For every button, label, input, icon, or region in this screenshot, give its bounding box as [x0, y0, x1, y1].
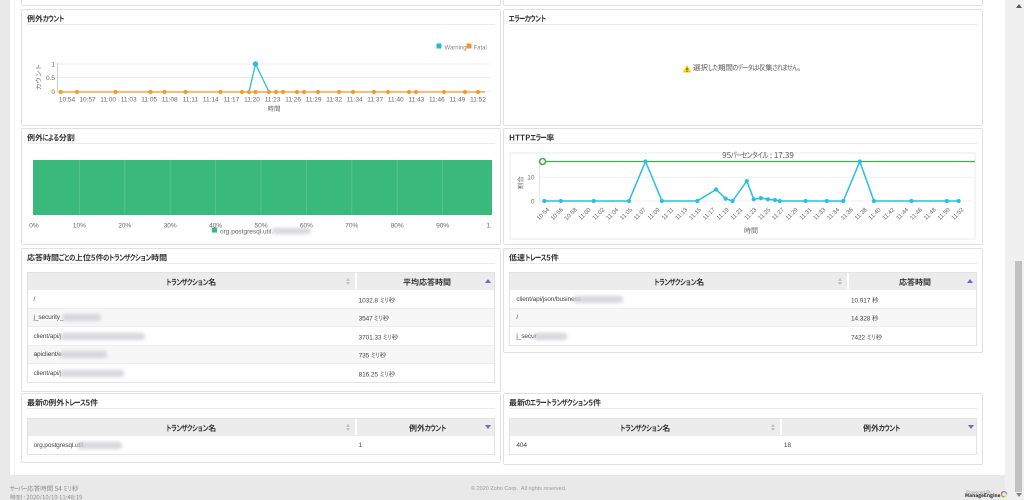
svg-text:0: 0 — [531, 199, 535, 206]
svg-text:11:00: 11:00 — [100, 96, 116, 103]
svg-text:11:44: 11:44 — [896, 207, 911, 222]
svg-text:11:26: 11:26 — [285, 96, 301, 103]
svg-text:11:37: 11:37 — [367, 96, 383, 103]
svg-text:11:43: 11:43 — [409, 96, 425, 103]
svg-text:11:11: 11:11 — [183, 96, 199, 103]
svg-text:11:50: 11:50 — [937, 207, 952, 222]
svg-text:11:07: 11:07 — [633, 207, 648, 222]
svg-text:10:58: 10:58 — [564, 207, 579, 222]
svg-text:11:23: 11:23 — [265, 96, 281, 103]
svg-text:11:15: 11:15 — [688, 207, 703, 222]
svg-text:30%: 30% — [164, 223, 177, 230]
svg-text:11:17: 11:17 — [702, 207, 717, 222]
svg-text:11:19: 11:19 — [716, 207, 731, 222]
svg-text:11:09: 11:09 — [647, 207, 662, 222]
svg-text:11:21: 11:21 — [730, 207, 745, 222]
svg-text:0%: 0% — [29, 223, 39, 230]
svg-text:11:31: 11:31 — [799, 207, 814, 222]
svg-text:1.: 1. — [487, 223, 493, 230]
svg-text:11:38: 11:38 — [854, 207, 869, 222]
svg-text:11:14: 11:14 — [203, 96, 219, 103]
svg-text:11:00: 11:00 — [578, 207, 593, 222]
svg-text:11:40: 11:40 — [388, 96, 404, 103]
svg-text:11:27: 11:27 — [771, 207, 786, 222]
svg-text:11:36: 11:36 — [840, 207, 855, 222]
svg-text:10: 10 — [527, 175, 535, 182]
svg-text:90%: 90% — [436, 223, 449, 230]
svg-text:11:08: 11:08 — [162, 96, 178, 103]
svg-text:11:46: 11:46 — [429, 96, 445, 103]
svg-text:0.5: 0.5 — [46, 75, 55, 82]
svg-text:80%: 80% — [391, 223, 404, 230]
svg-text:11:34: 11:34 — [347, 96, 363, 103]
svg-text:11:05: 11:05 — [141, 96, 157, 103]
svg-text:Warning: Warning — [445, 46, 467, 52]
svg-text:11:25: 11:25 — [758, 207, 773, 222]
svg-text:Fatal: Fatal — [474, 46, 487, 52]
svg-text:10:57: 10:57 — [79, 96, 96, 103]
svg-text:11:49: 11:49 — [450, 96, 466, 103]
svg-text:10%: 10% — [73, 223, 86, 230]
svg-text:11:11: 11:11 — [661, 207, 676, 222]
svg-text:10:54: 10:54 — [59, 96, 76, 103]
svg-text:70%: 70% — [345, 223, 358, 230]
svg-text:11:42: 11:42 — [882, 207, 897, 222]
svg-text:11:03: 11:03 — [121, 96, 137, 103]
svg-text:10:54: 10:54 — [536, 207, 551, 222]
svg-text:11:05: 11:05 — [619, 207, 634, 222]
svg-text:11:33: 11:33 — [813, 207, 828, 222]
svg-text:org.postgresql.util.: org.postgresql.util. — [220, 229, 273, 236]
svg-text:11:23: 11:23 — [744, 207, 759, 222]
svg-text:10:56: 10:56 — [550, 207, 565, 222]
svg-text:11:20: 11:20 — [244, 96, 260, 103]
svg-text:11:34: 11:34 — [827, 207, 842, 222]
svg-text:11:48: 11:48 — [923, 207, 938, 222]
svg-text:11:40: 11:40 — [868, 207, 883, 222]
svg-text:0: 0 — [51, 89, 55, 96]
svg-text:11:29: 11:29 — [306, 96, 322, 103]
svg-text:11:32: 11:32 — [326, 96, 342, 103]
svg-text:20%: 20% — [118, 223, 131, 230]
svg-text:11:17: 11:17 — [224, 96, 240, 103]
svg-text:11:52: 11:52 — [470, 96, 486, 103]
svg-text:11:02: 11:02 — [592, 207, 607, 222]
svg-text:11:52: 11:52 — [951, 207, 966, 222]
svg-text:1: 1 — [51, 62, 55, 69]
svg-text:11:46: 11:46 — [909, 207, 924, 222]
svg-text:11:04: 11:04 — [606, 207, 621, 222]
svg-text:11:13: 11:13 — [675, 207, 690, 222]
svg-text:11:29: 11:29 — [785, 207, 800, 222]
